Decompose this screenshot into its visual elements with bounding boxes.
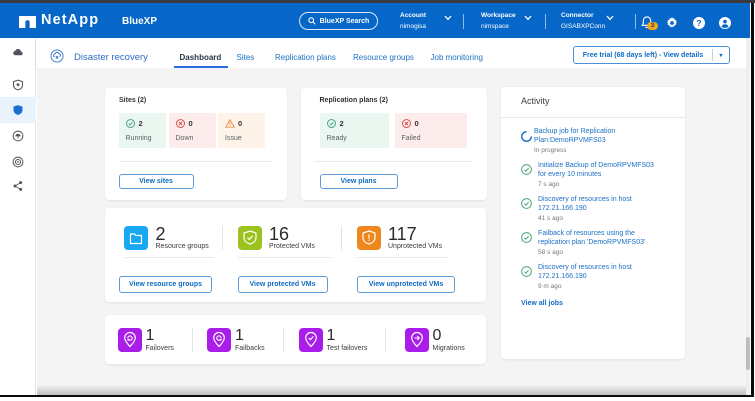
svg-text:?: ?	[696, 18, 701, 28]
